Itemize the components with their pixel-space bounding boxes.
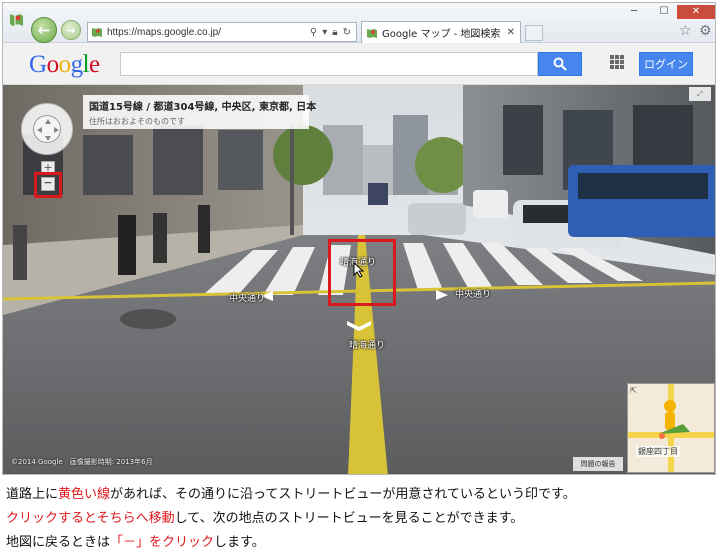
dropdown-icon[interactable]: ▾ xyxy=(322,27,327,38)
logo-letter: o xyxy=(46,51,60,78)
lock-icon[interactable]: 🔒︎ xyxy=(332,27,337,38)
pegman-icon xyxy=(628,384,714,472)
maps-favicon-icon xyxy=(92,28,102,37)
google-logo[interactable]: Google xyxy=(29,51,100,79)
caption-line-3: 地図に戻るときは「－」をクリックします。 xyxy=(6,531,718,555)
report-problem-link[interactable]: 問題の報告 xyxy=(573,457,623,471)
minimap-location-label: 銀座四丁目 xyxy=(636,446,680,457)
fullscreen-icon[interactable]: ⤢ xyxy=(689,87,711,101)
caption-text: 地図に戻るときは xyxy=(6,535,111,550)
back-button[interactable]: ← xyxy=(31,17,57,43)
caption-emphasis: 「－」をクリック xyxy=(110,535,215,550)
close-window-button[interactable]: ✕ xyxy=(677,5,715,19)
caption-text: 道路上に xyxy=(6,487,59,502)
gear-icon[interactable]: ⚙ xyxy=(699,23,712,39)
pan-control-icon[interactable] xyxy=(33,115,61,143)
logo-letter: e xyxy=(89,51,100,78)
search-input[interactable] xyxy=(120,52,538,76)
new-tab-button[interactable] xyxy=(525,25,543,41)
minimize-button[interactable]: ─ xyxy=(623,5,645,19)
address-subtitle: 住所はおおよそのものです xyxy=(89,117,185,126)
tab-google-maps[interactable]: Google マップ - 地図検索 ✕ xyxy=(361,21,521,43)
caption-text: します。 xyxy=(214,535,265,550)
address-card: 国道15号線 / 都道304号線, 中央区, 東京都, 日本 住所はおおよそのも… xyxy=(83,95,317,129)
road-label-chuo-right[interactable]: 中央通り xyxy=(455,287,491,300)
address-bar[interactable]: https://maps.google.co.jp/ ⚲ ▾ 🔒︎ ↻ xyxy=(87,22,357,42)
close-tab-icon[interactable]: ✕ xyxy=(507,27,515,38)
search-icon xyxy=(553,57,567,71)
logo-letter: G xyxy=(29,51,47,78)
maximize-button[interactable]: ☐ xyxy=(653,5,675,19)
arrow-right-icon: → xyxy=(66,23,76,37)
street-view-panorama[interactable]: 国道15号線 / 都道304号線, 中央区, 東京都, 日本 住所はおおよそのも… xyxy=(3,85,715,474)
apps-grid-icon[interactable] xyxy=(610,55,624,69)
zoom-out-highlight-box xyxy=(34,172,62,198)
compass-control[interactable] xyxy=(21,103,73,155)
arrow-left-icon: ← xyxy=(37,21,51,39)
caption-emphasis: クリックするとそちらへ移動 xyxy=(6,511,175,526)
browser-chrome: ← → https://maps.google.co.jp/ ⚲ ▾ 🔒︎ ↻ … xyxy=(3,3,715,43)
cursor-icon xyxy=(353,262,365,278)
url-text: https://maps.google.co.jp/ xyxy=(107,26,221,38)
road-label-harumi-bottom[interactable]: 晴海通り xyxy=(349,338,385,351)
address-title: 国道15号線 / 都道304号線, 中央区, 東京都, 日本 xyxy=(89,102,317,113)
maps-favicon-icon xyxy=(367,28,377,38)
google-header: Google ログイン xyxy=(3,43,715,85)
tab-title: Google マップ - 地図検索 xyxy=(382,29,501,40)
search-button[interactable] xyxy=(538,52,582,76)
forward-button[interactable]: → xyxy=(61,20,81,40)
logo-letter: o xyxy=(58,51,72,78)
maps-favicon-icon xyxy=(7,11,25,29)
road-label-chuo-left[interactable]: 中央通り xyxy=(229,291,265,304)
caption-emphasis: 黄色い線 xyxy=(58,487,111,502)
copyright-text: ©2014 Google 画像撮影時期: 2013年6月 xyxy=(11,458,153,466)
login-button[interactable]: ログイン xyxy=(639,52,693,76)
search-icon[interactable]: ⚲ xyxy=(310,27,317,38)
explanation-caption: 道路上に黄色い線があれば、その通りに沿ってストリートビューが用意されているという… xyxy=(6,483,718,555)
caption-line-2: クリックするとそちらへ移動して、次の地点のストリートビューを見ることができます。 xyxy=(6,507,718,531)
expand-icon[interactable]: ⇱ xyxy=(630,386,637,395)
browser-window: ← → https://maps.google.co.jp/ ⚲ ▾ 🔒︎ ↻ … xyxy=(2,2,716,475)
caption-line-1: 道路上に黄色い線があれば、その通りに沿ってストリートビューが用意されているという… xyxy=(6,483,718,507)
caption-text: して、次の地点のストリートビューを見ることができます。 xyxy=(174,511,524,526)
caption-text: があれば、その通りに沿ってストリートビューが用意されているという印です。 xyxy=(110,487,576,502)
refresh-icon[interactable]: ↻ xyxy=(343,27,351,38)
logo-letter: g xyxy=(70,51,84,78)
mini-map[interactable]: ⇱ 銀座四丁目 xyxy=(627,383,715,473)
favorites-star-icon[interactable]: ☆ xyxy=(679,23,692,39)
